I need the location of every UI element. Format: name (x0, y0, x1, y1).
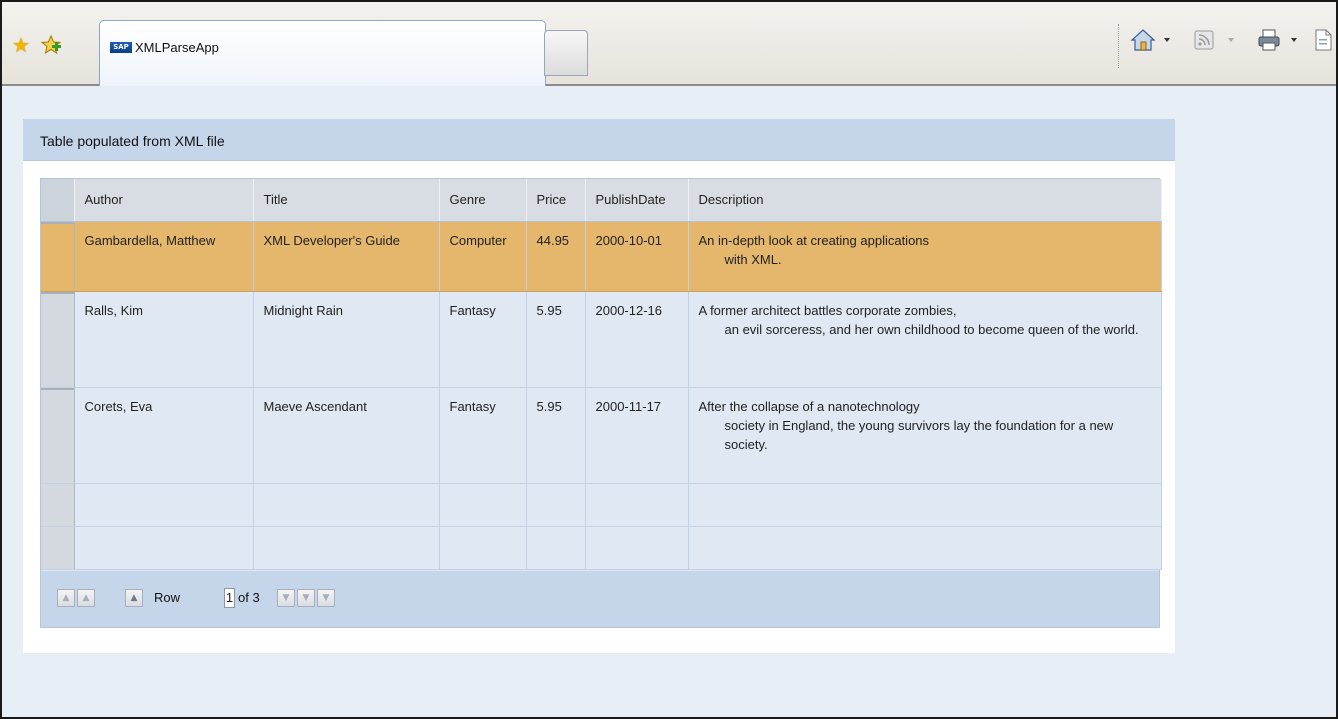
select-all-header[interactable] (41, 179, 75, 222)
cell-price: 5.95 (526, 387, 586, 484)
xml-data-table: Author Title Genre Price PublishDate Des… (40, 178, 1162, 628)
column-header-price[interactable]: Price (526, 179, 586, 222)
cell-author: Corets, Eva (74, 387, 254, 484)
tab-xmlparseapp[interactable]: SAP XMLParseApp (99, 20, 546, 86)
printer-icon[interactable] (1256, 28, 1282, 52)
row-selector (41, 526, 75, 570)
empty-table-row (41, 526, 1162, 570)
column-header-title[interactable]: Title (253, 179, 440, 222)
empty-table-row (41, 483, 1162, 527)
cell-publishdate: 2000-11-17 (585, 387, 689, 484)
column-header-author[interactable]: Author (74, 179, 254, 222)
description-line: After the collapse of a nanotechnology (698, 398, 920, 414)
pager-total-label: of 3 (238, 590, 260, 605)
current-row-input[interactable]: 1 (224, 588, 235, 608)
pager-row-label: Row (154, 590, 181, 605)
print-dropdown-caret[interactable] (1291, 38, 1297, 42)
row-selector (41, 483, 75, 527)
sap-logo-icon: SAP (110, 42, 132, 53)
description-continuation: an evil sorceress, and her own childhood… (724, 321, 1139, 337)
description-continuation: with XML. (724, 251, 782, 267)
cell-description: After the collapse of a nanotechnology s… (688, 387, 1162, 484)
cell-publishdate: 2000-12-16 (585, 291, 689, 388)
description-line: A former architect battles corporate zom… (698, 302, 957, 318)
table-row[interactable]: Ralls, Kim Midnight Rain Fantasy 5.95 20… (41, 291, 1162, 388)
rss-feed-icon[interactable] (1192, 28, 1218, 52)
table: Author Title Genre Price PublishDate Des… (41, 179, 1162, 570)
home-dropdown-caret[interactable] (1164, 38, 1170, 42)
cell-title: XML Developer's Guide (253, 221, 440, 292)
next-page-icon[interactable]: ▼ (297, 589, 315, 607)
cell-description: An in-depth look at creating application… (688, 221, 1162, 292)
tab-title: XMLParseApp (135, 40, 219, 55)
previous-page-icon[interactable]: ▲ (77, 589, 95, 607)
column-header-description[interactable]: Description (688, 179, 1162, 222)
cell-description: A former architect battles corporate zom… (688, 291, 1162, 388)
feeds-dropdown-caret[interactable] (1228, 38, 1234, 42)
row-selector[interactable] (41, 291, 75, 388)
new-tab-button[interactable] (544, 30, 588, 76)
cell-title: Midnight Rain (253, 291, 440, 388)
table-pager: ▲ ▲ ▲ Row 1 of 3 ▼ ▼ ▼ (41, 571, 1159, 627)
table-row[interactable]: Corets, Eva Maeve Ascendant Fantasy 5.95… (41, 387, 1162, 484)
page-icon[interactable] (1312, 28, 1334, 52)
cell-publishdate: 2000-10-01 (585, 221, 689, 292)
column-header-publishdate[interactable]: PublishDate (585, 179, 689, 222)
content-panel: Table populated from XML file Author Tit… (23, 119, 1175, 653)
panel-title: Table populated from XML file (40, 133, 225, 149)
table-header-row: Author Title Genre Price PublishDate Des… (41, 179, 1162, 222)
cell-genre: Fantasy (439, 387, 527, 484)
add-favorites-icon[interactable] (40, 34, 62, 56)
browser-toolbar: ★ SAP XMLParseApp (2, 2, 1336, 86)
cell-price: 5.95 (526, 291, 586, 388)
previous-row-icon[interactable]: ▲ (125, 589, 143, 607)
home-icon[interactable] (1130, 28, 1156, 52)
cell-genre: Fantasy (439, 291, 527, 388)
toolbar-separator (1118, 24, 1119, 68)
row-selector[interactable] (41, 387, 75, 484)
panel-header: Table populated from XML file (23, 119, 1175, 161)
favorites-star-icon[interactable]: ★ (12, 36, 32, 56)
row-selector[interactable] (41, 221, 75, 292)
cell-title: Maeve Ascendant (253, 387, 440, 484)
last-page-icon[interactable]: ▼ (317, 589, 335, 607)
description-line: An in-depth look at creating application… (698, 232, 930, 248)
cell-price: 44.95 (526, 221, 586, 292)
cell-genre: Computer (439, 221, 527, 292)
browser-window: ★ SAP XMLParseApp Table populated from X… (0, 0, 1338, 719)
column-header-genre[interactable]: Genre (439, 179, 527, 222)
description-continuation: society in England, the young survivors … (724, 417, 1114, 452)
cell-author: Gambardella, Matthew (74, 221, 254, 292)
first-page-icon[interactable]: ▲ (57, 589, 75, 607)
next-row-icon[interactable]: ▼ (277, 589, 295, 607)
table-row[interactable]: Gambardella, Matthew XML Developer's Gui… (41, 221, 1162, 292)
cell-author: Ralls, Kim (74, 291, 254, 388)
